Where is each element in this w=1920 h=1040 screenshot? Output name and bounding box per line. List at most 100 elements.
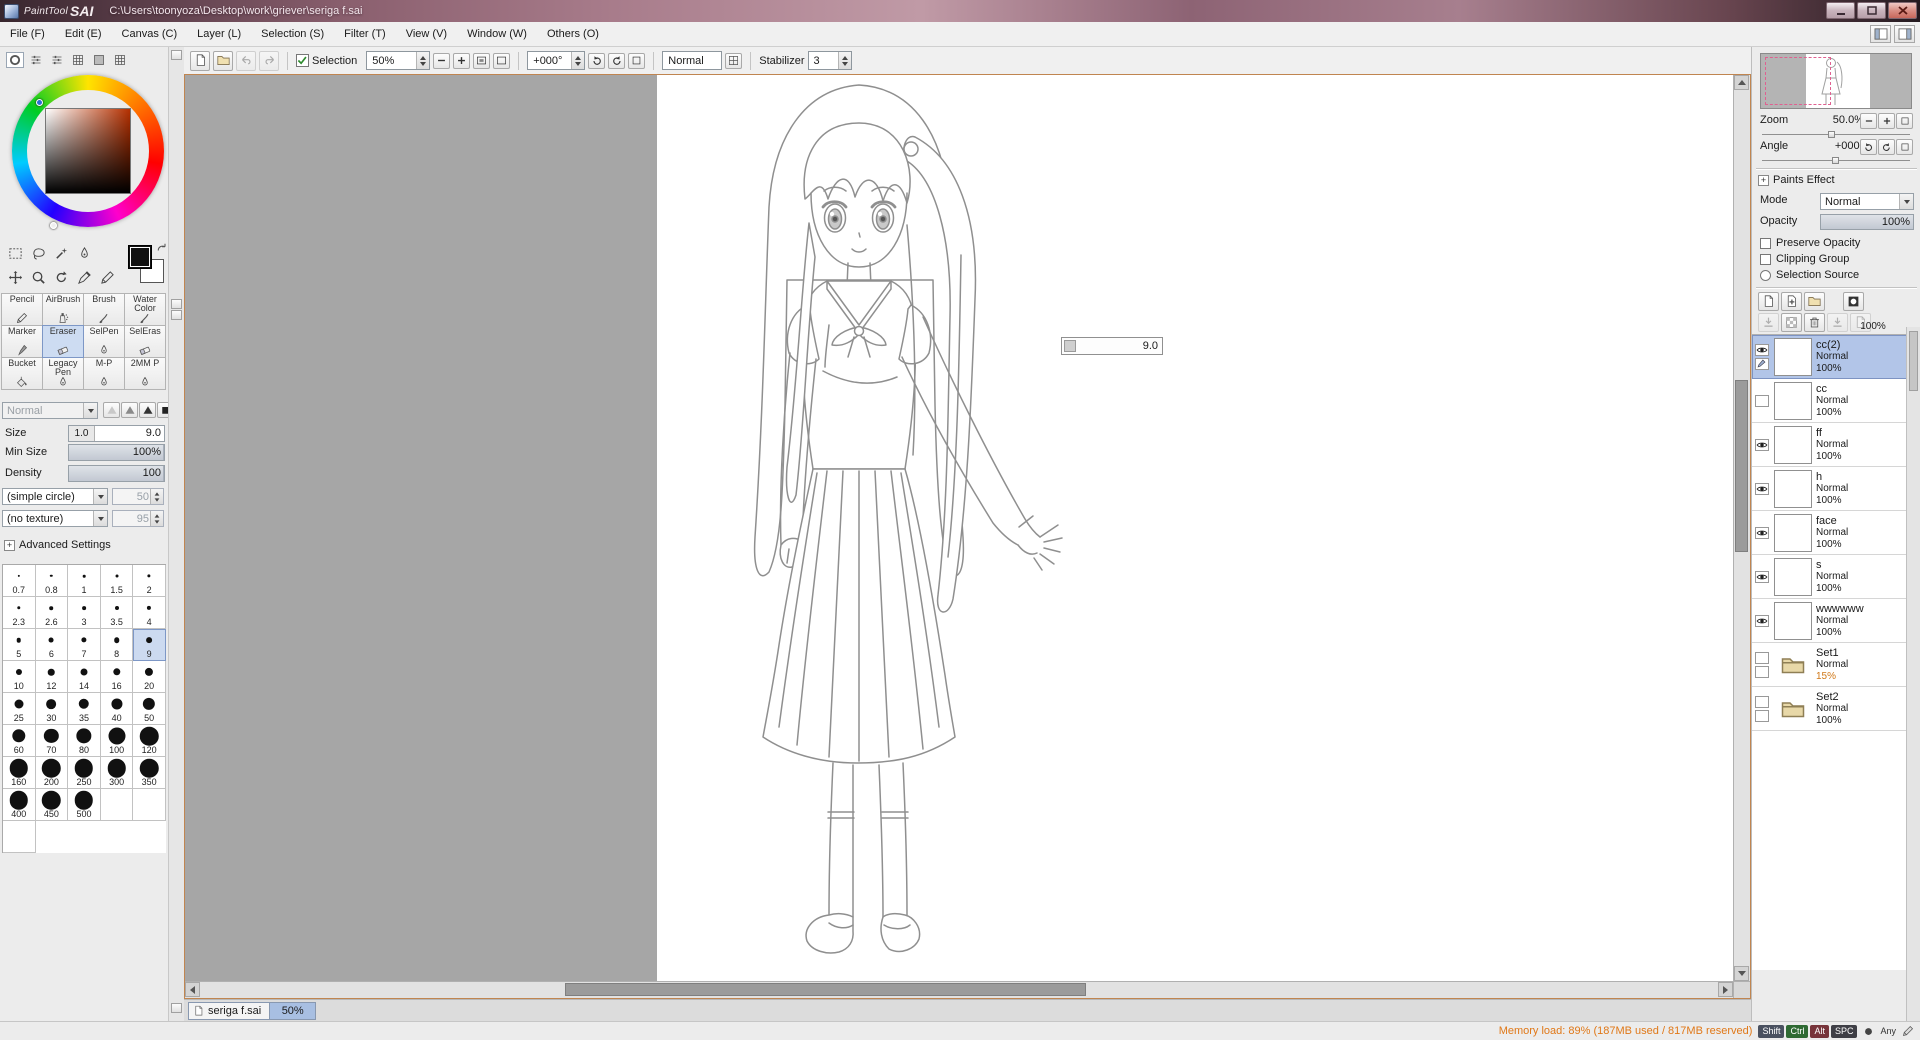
brush-size-10[interactable]: 10 bbox=[3, 661, 36, 693]
scroll-down-button[interactable] bbox=[1734, 966, 1749, 981]
nav-zoom-out-button[interactable] bbox=[1860, 113, 1877, 129]
foreground-color-swatch[interactable] bbox=[128, 245, 152, 269]
brush-size-80[interactable]: 80 bbox=[68, 725, 101, 757]
lasso-tool-button[interactable] bbox=[28, 243, 49, 264]
layer-visibility-toggle[interactable] bbox=[1754, 695, 1769, 708]
panel-collapse-button[interactable] bbox=[171, 50, 182, 60]
horizontal-scroll-thumb[interactable] bbox=[565, 983, 1086, 996]
brush-size-12[interactable]: 12 bbox=[35, 661, 69, 693]
tool-airbrush[interactable]: AirBrush bbox=[42, 293, 84, 326]
brush-size-350[interactable]: 350 bbox=[133, 757, 166, 789]
brush-size-200[interactable]: 200 bbox=[35, 757, 69, 789]
pen-tool-button[interactable] bbox=[74, 243, 95, 264]
size-unit-chip[interactable]: 1.0 bbox=[69, 426, 95, 441]
menu-edit[interactable]: Edit (E) bbox=[55, 22, 112, 46]
menu-layer[interactable]: Layer (L) bbox=[187, 22, 251, 46]
selection-checkbox[interactable] bbox=[296, 54, 309, 67]
layer-mode-select[interactable]: Normal bbox=[1820, 193, 1914, 210]
close-button[interactable] bbox=[1888, 2, 1917, 19]
color-wheel[interactable] bbox=[12, 75, 164, 229]
layer-visibility-toggle[interactable] bbox=[1754, 651, 1769, 664]
tool-scroll-down-button[interactable] bbox=[171, 310, 182, 320]
layer-visibility-toggle[interactable] bbox=[1754, 343, 1769, 356]
stabilizer-combo[interactable]: 3 bbox=[807, 51, 852, 70]
brush-size-8[interactable]: 8 bbox=[100, 629, 134, 661]
navigator-zoom-slider[interactable] bbox=[1762, 131, 1910, 138]
brush-size-35[interactable]: 35 bbox=[68, 693, 101, 725]
scroll-right-button[interactable] bbox=[1718, 982, 1733, 997]
angle-combo[interactable]: +000° bbox=[527, 51, 586, 70]
vertical-scroll-thumb[interactable] bbox=[1735, 380, 1748, 552]
menu-selection[interactable]: Selection (S) bbox=[251, 22, 334, 46]
duplicate-layer-button[interactable] bbox=[1781, 292, 1802, 311]
sv-cursor[interactable] bbox=[50, 222, 57, 229]
brush-size-2-6[interactable]: 2.6 bbox=[35, 597, 69, 629]
rgb-sliders-tab[interactable] bbox=[27, 52, 45, 68]
brush-size-2[interactable]: 2 bbox=[133, 565, 166, 597]
brush-size-5[interactable]: 5 bbox=[3, 629, 36, 661]
brush-size-250[interactable]: 250 bbox=[68, 757, 101, 789]
transfer-down-button[interactable] bbox=[1758, 313, 1779, 332]
clipping-group-row[interactable]: Clipping Group bbox=[1760, 252, 1849, 266]
brush-edge-medium-button[interactable] bbox=[121, 402, 138, 418]
min-size-slider[interactable]: 100% bbox=[68, 444, 165, 461]
brush-shape-select[interactable]: (simple circle) bbox=[2, 488, 108, 505]
scroll-left-button[interactable] bbox=[185, 982, 200, 997]
nav-zoom-reset-button[interactable] bbox=[1896, 113, 1913, 129]
nav-zoom-in-button[interactable] bbox=[1878, 113, 1895, 129]
expand-plus-icon[interactable]: + bbox=[4, 539, 15, 551]
folder-expand-toggle[interactable] bbox=[1754, 709, 1769, 722]
brush-size-40[interactable]: 40 bbox=[100, 693, 134, 725]
layer-row-h[interactable]: h Normal 100% bbox=[1752, 467, 1907, 511]
brush-size-1[interactable]: 1 bbox=[68, 565, 101, 597]
merge-down-button[interactable] bbox=[1827, 313, 1848, 332]
brush-size-450[interactable]: 450 bbox=[35, 789, 69, 821]
brush-size-9[interactable]: 9 bbox=[133, 629, 166, 661]
layer-opacity-slider[interactable]: 100% bbox=[1820, 214, 1914, 230]
eyedropper-tool-button[interactable] bbox=[74, 267, 95, 288]
rect-select-tool-button[interactable] bbox=[5, 243, 26, 264]
navigator-view-rect[interactable] bbox=[1765, 57, 1831, 105]
nav-rotate-cw-button[interactable] bbox=[1878, 139, 1895, 155]
toggle-left-panel-button[interactable] bbox=[1870, 25, 1891, 43]
brush-size-50[interactable]: 50 bbox=[133, 693, 166, 725]
preserve-opacity-checkbox[interactable] bbox=[1760, 237, 1771, 249]
scroll-up-button[interactable] bbox=[1734, 75, 1749, 90]
move-tool-button[interactable] bbox=[5, 267, 26, 288]
spinner-icon[interactable] bbox=[150, 511, 163, 526]
rotate-canvas-tool-button[interactable] bbox=[51, 267, 72, 288]
brush-size-20[interactable]: 20 bbox=[133, 661, 166, 693]
scratchpad-tab[interactable] bbox=[90, 52, 108, 68]
rotate-ccw-button[interactable] bbox=[588, 52, 606, 69]
tool-pencil[interactable]: Pencil bbox=[1, 293, 43, 326]
panel-resize-handle[interactable] bbox=[171, 1003, 182, 1013]
minimize-button[interactable] bbox=[1826, 2, 1855, 19]
expand-plus-icon[interactable]: + bbox=[1758, 174, 1769, 186]
layer-visibility-toggle[interactable] bbox=[1754, 438, 1769, 451]
nav-rotate-ccw-button[interactable] bbox=[1860, 139, 1877, 155]
layer-visibility-toggle[interactable] bbox=[1754, 570, 1769, 583]
layer-visibility-toggle[interactable] bbox=[1754, 394, 1769, 407]
layer-visibility-toggle[interactable] bbox=[1754, 526, 1769, 539]
zoom-actual-button[interactable] bbox=[493, 52, 511, 69]
layer-row-cc-2-[interactable]: cc(2) Normal 100% bbox=[1752, 335, 1907, 379]
tool-m-p[interactable]: M-P bbox=[83, 357, 125, 390]
brush-size-0-8[interactable]: 0.8 bbox=[35, 565, 69, 597]
layer-scroll-thumb[interactable] bbox=[1909, 331, 1918, 391]
brush-size-160[interactable]: 160 bbox=[3, 757, 36, 789]
brush-size-100[interactable]: 100 bbox=[100, 725, 134, 757]
tool-seleras[interactable]: SelEras bbox=[124, 325, 166, 358]
zoom-combo[interactable]: 50% bbox=[366, 51, 431, 70]
brush-size-60[interactable]: 60 bbox=[3, 725, 36, 757]
nav-angle-reset-button[interactable] bbox=[1896, 139, 1913, 155]
layer-row-set2[interactable]: Set2 Normal 100% bbox=[1752, 687, 1907, 731]
layer-row-set1[interactable]: Set1 Normal 15% bbox=[1752, 643, 1907, 687]
size-slider[interactable]: 1.0 9.0 bbox=[68, 425, 165, 442]
brush-size-300[interactable]: 300 bbox=[100, 757, 134, 789]
layer-row-s[interactable]: s Normal 100% bbox=[1752, 555, 1907, 599]
color-swatches-tab[interactable] bbox=[69, 52, 87, 68]
canvas-open-view-button[interactable] bbox=[213, 50, 233, 71]
brush-size-1-5[interactable]: 1.5 bbox=[100, 565, 134, 597]
redo-button[interactable] bbox=[259, 50, 279, 71]
rotate-cw-button[interactable] bbox=[608, 52, 626, 69]
